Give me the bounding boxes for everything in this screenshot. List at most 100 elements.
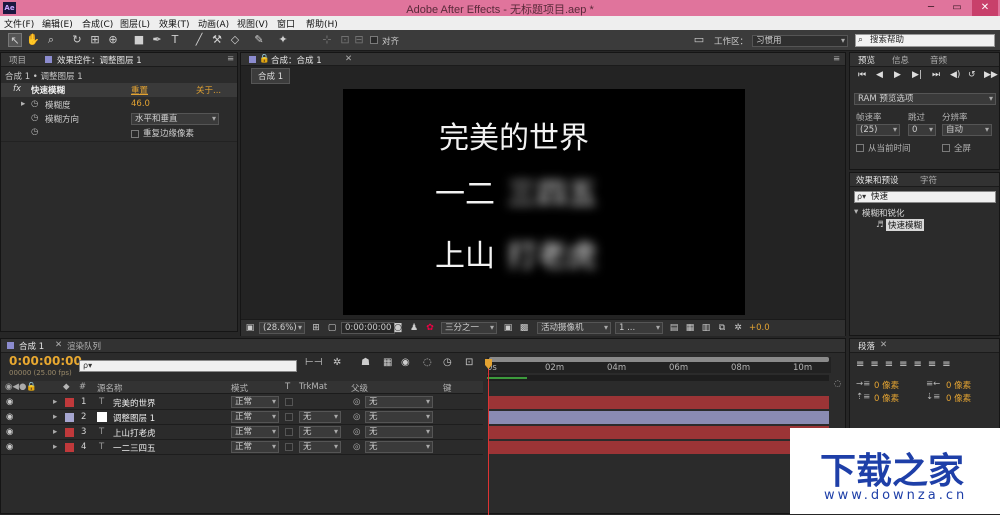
flowchart-icon[interactable]: ⧉ (715, 322, 729, 334)
pick-whip-icon[interactable]: ◎ (353, 442, 360, 452)
axis-mode-icon[interactable]: ⊹ (320, 33, 334, 47)
pick-whip-icon[interactable]: ◎ (353, 412, 360, 422)
menu-layer[interactable]: 图层(L) (120, 17, 150, 30)
motion-blur-icon[interactable]: ◉ (401, 357, 410, 368)
audio-icon[interactable]: ◀) (950, 70, 960, 80)
snapshot-icon[interactable]: ◙ (391, 322, 405, 334)
tab-effect-controls[interactable]: 效果控件：调整图层 1 (57, 54, 142, 66)
pen-tool-icon[interactable]: ✒ (150, 33, 164, 47)
layer-duration-bar[interactable] (489, 411, 829, 424)
layer-mode-select[interactable]: 正常 (231, 411, 279, 423)
puppet-tool-icon[interactable]: ✦ (276, 33, 290, 47)
repeat-edge-checkbox[interactable] (131, 129, 139, 139)
selection-tool-icon[interactable]: ↖ (8, 33, 22, 47)
comp-subtab[interactable]: 合成 1 (251, 68, 291, 84)
tab-character[interactable]: 字符 (920, 174, 937, 186)
layer-label-color[interactable] (65, 413, 74, 422)
tab-close-icon[interactable]: ✕ (345, 54, 352, 64)
menu-view[interactable]: 视图(V) (237, 17, 268, 30)
layer-duration-bar[interactable] (489, 426, 829, 439)
layer-label-color[interactable] (65, 428, 74, 437)
layer-duration-bar[interactable] (489, 441, 829, 454)
timeline-icon[interactable]: ▥ (699, 322, 713, 334)
roto-brush-tool-icon[interactable]: ✎ (252, 33, 266, 47)
clone-stamp-tool-icon[interactable]: ⚒ (210, 33, 224, 47)
tab-close-icon[interactable]: ✕ (55, 340, 62, 350)
last-frame-icon[interactable]: ⏭ (932, 70, 940, 80)
parent-select[interactable]: 无 (365, 441, 433, 453)
menu-edit[interactable]: 编辑(E) (42, 17, 73, 30)
ram-preview-icon[interactable]: ▶▶ (984, 70, 998, 80)
preserve-transparency-checkbox[interactable] (285, 428, 293, 436)
menu-effect[interactable]: 效果(T) (159, 17, 190, 30)
workspace-icon[interactable]: ▭ (690, 33, 708, 47)
menu-composition[interactable]: 合成(C) (82, 17, 113, 30)
visibility-eye-icon[interactable]: ◉ (6, 397, 13, 407)
hand-tool-icon[interactable]: ✋ (26, 33, 40, 47)
previous-frame-icon[interactable]: ◀ (876, 70, 883, 80)
parent-select[interactable]: 无 (365, 426, 433, 438)
tab-composition[interactable]: 合成：合成 1 (271, 54, 322, 66)
expand-layer-icon[interactable]: ▸ (53, 427, 57, 437)
play-icon[interactable]: ▶ (894, 70, 901, 80)
effect-item-fast-blur[interactable]: 快速模糊 (886, 219, 925, 231)
tab-timeline-comp[interactable]: 合成 1 (19, 340, 44, 352)
exposure-value[interactable]: +0.0 (749, 323, 770, 333)
panel-menu-icon[interactable]: ≡ (833, 54, 840, 64)
lock-icon[interactable]: 🔒 (259, 54, 270, 64)
layer-mode-select[interactable]: 正常 (231, 396, 279, 408)
menu-file[interactable]: 文件(F) (4, 17, 34, 30)
region-of-interest-icon[interactable]: ▣ (501, 322, 515, 334)
expand-layer-icon[interactable]: ▸ (53, 412, 57, 422)
from-current-checkbox[interactable] (856, 143, 864, 153)
layer-mode-select[interactable]: 正常 (231, 426, 279, 438)
resolution-select[interactable]: 三分之一 (441, 322, 497, 334)
reset-link[interactable]: 重置 (131, 84, 148, 96)
comp-mini-flowchart-icon[interactable]: ⊢⊣ (305, 357, 322, 368)
parent-select[interactable]: 无 (365, 396, 433, 408)
timeline-timecode[interactable]: 0:00:00:00 (9, 354, 82, 368)
tab-paragraph[interactable]: 段落 (858, 340, 875, 352)
blurriness-value[interactable]: 46.0 (131, 99, 150, 109)
loop-icon[interactable]: ↺ (968, 70, 976, 80)
frame-blending-icon[interactable]: ▦ (383, 357, 392, 368)
preserve-transparency-checkbox[interactable] (285, 413, 293, 421)
layer-name[interactable]: 完美的世界 (113, 397, 156, 409)
view-axis-icon[interactable]: ⊟ (352, 33, 366, 47)
space-before-value[interactable]: 0 像素 (874, 392, 899, 404)
time-ruler[interactable]: 0s 02m 04m 06m 08m 10m (487, 357, 831, 373)
category-blur-sharpen[interactable]: 模糊和锐化 (862, 207, 905, 219)
trkmat-select[interactable]: 无 (299, 411, 341, 423)
snap-checkbox[interactable] (370, 35, 378, 45)
channel-icon[interactable]: ✿ (423, 322, 437, 334)
tab-render-queue[interactable]: 渲染队列 (67, 340, 101, 352)
effects-search-input[interactable]: ρ▾ 快速 (854, 191, 996, 203)
tab-effects-presets[interactable]: 效果和预设 (856, 174, 899, 186)
pick-whip-icon[interactable]: ◎ (353, 427, 360, 437)
about-link[interactable]: 关于... (196, 84, 221, 96)
layer-row[interactable]: ◉ ▸ 1 T 完美的世界 正常 ◎ 无 (1, 395, 483, 410)
expand-layer-icon[interactable]: ▸ (53, 442, 57, 452)
visibility-eye-icon[interactable]: ◉ (6, 442, 13, 452)
visibility-eye-icon[interactable]: ◉ (6, 427, 13, 437)
alignment-buttons[interactable]: ≡≡≡≡≡≡≡ (856, 359, 996, 371)
transparency-grid-icon[interactable]: ▩ (517, 322, 531, 334)
stopwatch-icon[interactable]: ◷ (31, 99, 38, 109)
ram-preview-options-select[interactable]: RAM 预览选项 (854, 93, 996, 105)
layer-label-color[interactable] (65, 398, 74, 407)
menu-animation[interactable]: 动画(A) (198, 17, 229, 30)
tab-preview[interactable]: 预览 (858, 54, 875, 66)
pick-whip-icon[interactable]: ◎ (353, 397, 360, 407)
fx-icon[interactable]: fx (13, 84, 21, 94)
views-select[interactable]: 1 ... (615, 322, 663, 334)
zoom-select[interactable]: (28.6%) (259, 322, 305, 334)
layer-name[interactable]: 一二三四五 (113, 442, 156, 454)
tab-audio[interactable]: 音频 (930, 54, 947, 66)
layer-name[interactable]: 上山打老虎 (113, 427, 156, 439)
search-help-input[interactable]: ⌕ 搜索帮助 (855, 34, 995, 47)
rotate-tool-icon[interactable]: ↻ (70, 33, 84, 47)
tab-info[interactable]: 信息 (892, 54, 909, 66)
brush-tool-icon[interactable]: ╱ (192, 33, 206, 47)
zoom-tool-icon[interactable]: ⌕ (44, 33, 58, 47)
first-frame-icon[interactable]: ⏮ (858, 70, 866, 80)
